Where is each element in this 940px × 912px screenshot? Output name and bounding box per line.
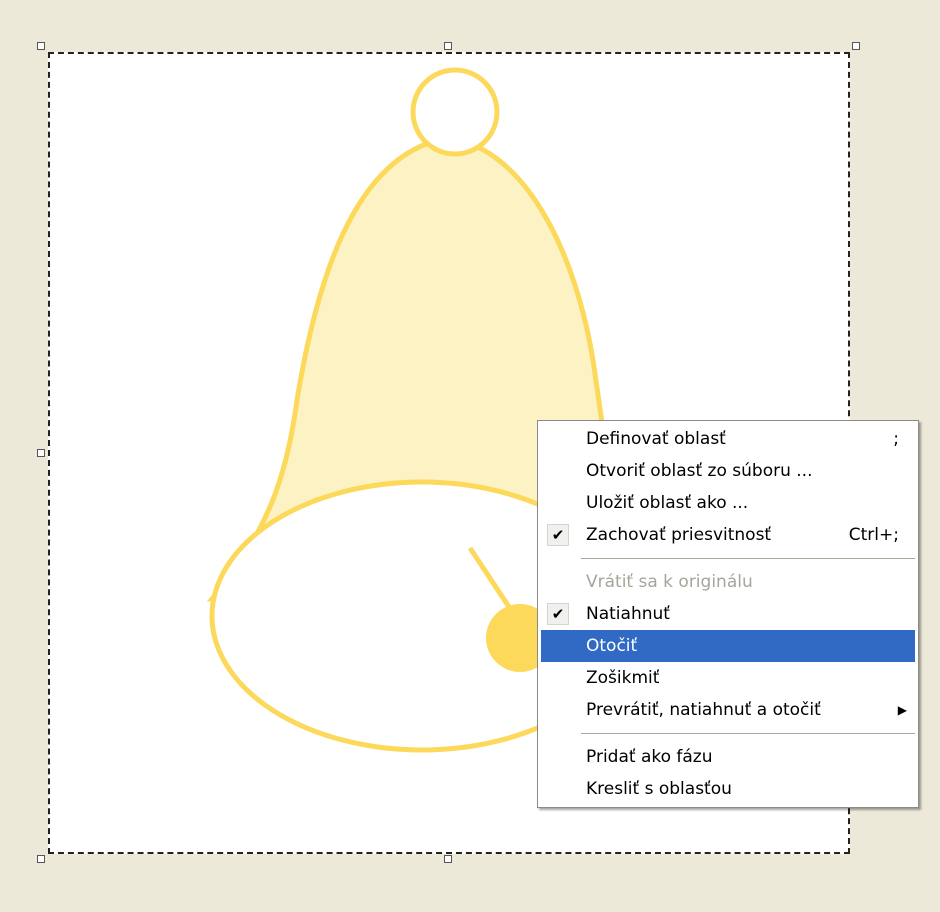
menu-item-keep-transparency[interactable]: ✔ Zachovať priesvitnosť Ctrl+; [541, 519, 915, 551]
menu-item-label: Definovať oblasť [586, 429, 726, 449]
menu-item-draw-with-region[interactable]: Kresliť s oblasťou [541, 773, 915, 805]
resize-handle-top-center[interactable] [444, 42, 452, 50]
menu-item-label: Otočiť [586, 636, 638, 656]
menu-item-shortcut: Ctrl+; [848, 525, 899, 545]
checkmark-icon: ✔ [547, 603, 569, 625]
menu-item-add-as-frame[interactable]: Pridať ako fázu [541, 741, 915, 773]
checkmark-icon: ✔ [547, 524, 569, 546]
resize-handle-top-right[interactable] [852, 42, 860, 50]
menu-item-label: Vrátiť sa k originálu [586, 572, 753, 592]
bell-ring [410, 67, 500, 157]
menu-separator [581, 558, 915, 559]
menu-item-label: Otvoriť oblasť zo súboru ... [586, 461, 813, 481]
menu-item-flip-stretch-rotate[interactable]: Prevrátiť, natiahnuť a otočiť ▶ [541, 694, 915, 726]
menu-item-shortcut: ; [893, 429, 899, 449]
resize-handle-bottom-center[interactable] [444, 855, 452, 863]
menu-item-label: Natiahnuť [586, 604, 670, 624]
menu-item-label: Zošikmiť [586, 668, 660, 688]
menu-item-revert-to-original: Vrátiť sa k originálu [541, 566, 915, 598]
menu-item-label: Prevrátiť, natiahnuť a otočiť [586, 700, 821, 720]
menu-item-open-region-from-file[interactable]: Otvoriť oblasť zo súboru ... [541, 455, 915, 487]
menu-item-label: Zachovať priesvitnosť [586, 525, 772, 545]
menu-item-define-region[interactable]: Definovať oblasť ; [541, 423, 915, 455]
context-menu: Definovať oblasť ; Otvoriť oblasť zo súb… [537, 420, 919, 808]
submenu-arrow-icon: ▶ [897, 703, 907, 717]
menu-item-save-region-as[interactable]: Uložiť oblasť ako ... [541, 487, 915, 519]
menu-item-rotate[interactable]: Otočiť [541, 630, 915, 662]
menu-item-label: Pridať ako fázu [586, 747, 713, 767]
resize-handle-top-left[interactable] [37, 42, 45, 50]
resize-handle-bottom-left[interactable] [37, 855, 45, 863]
menu-item-skew[interactable]: Zošikmiť [541, 662, 915, 694]
menu-item-stretch[interactable]: ✔ Natiahnuť [541, 598, 915, 630]
menu-separator [581, 733, 915, 734]
menu-item-label: Uložiť oblasť ako ... [586, 493, 749, 513]
menu-item-label: Kresliť s oblasťou [586, 779, 732, 799]
resize-handle-middle-left[interactable] [37, 449, 45, 457]
